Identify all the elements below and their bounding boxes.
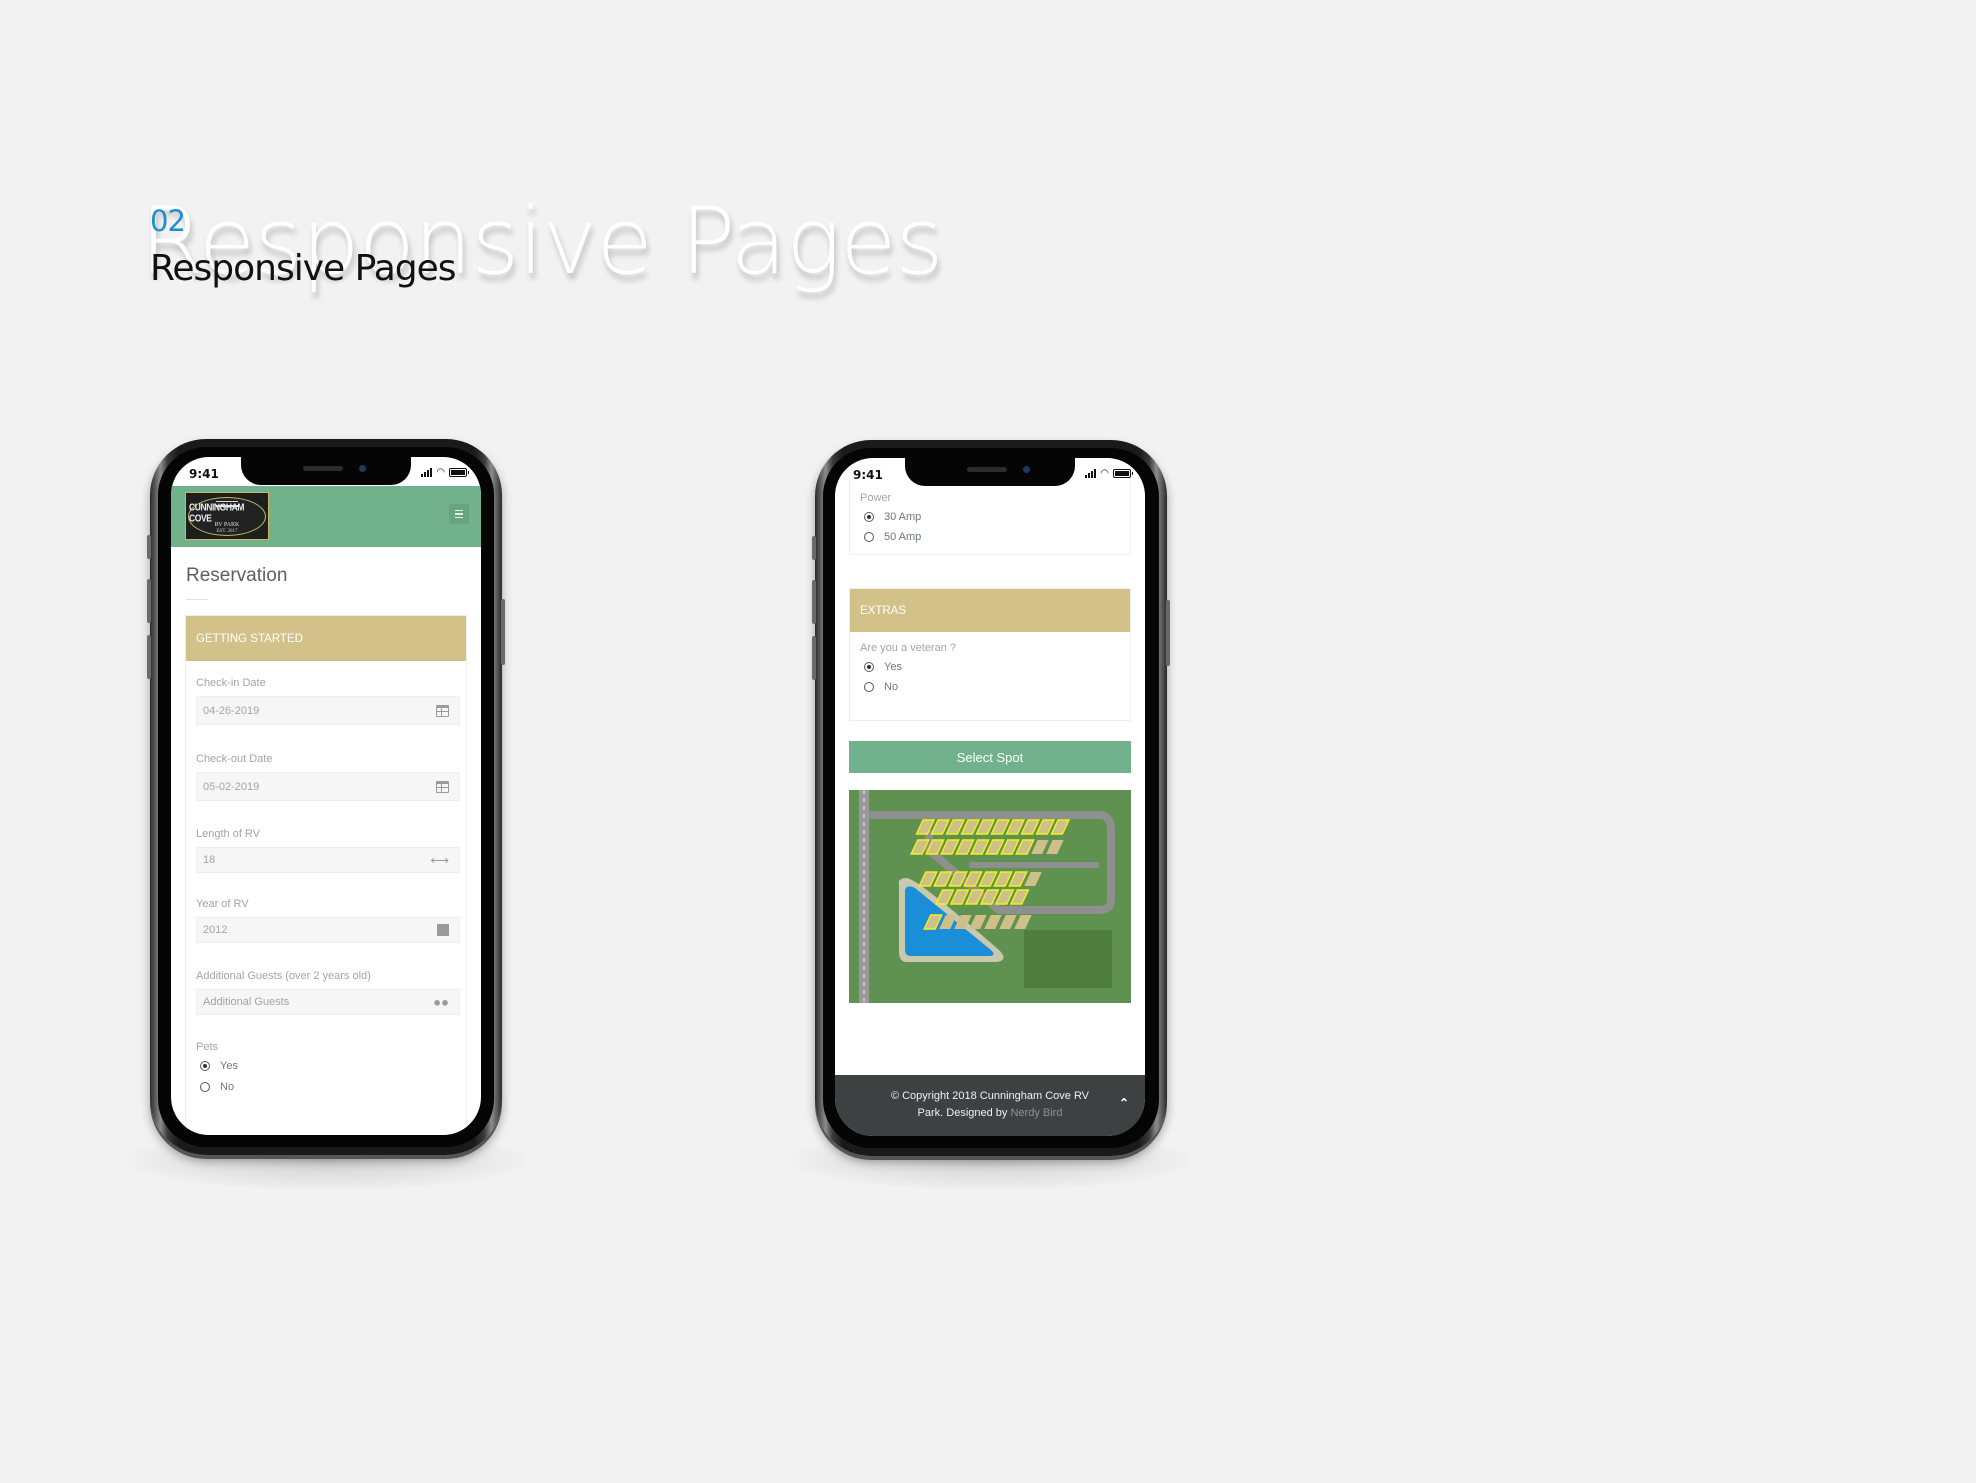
phone-button: [812, 536, 816, 560]
radio-unselected-icon[interactable]: [864, 532, 874, 542]
card-header: GETTING STARTED: [186, 616, 466, 661]
site-logo[interactable]: CUNNINGHAM COVE RV PARK EST. 2017: [185, 492, 269, 540]
year-icon: Y: [437, 922, 449, 938]
radio-selected-icon[interactable]: [200, 1061, 210, 1071]
title-divider: [186, 599, 208, 600]
phone-notch: [241, 457, 411, 485]
arrows-horizontal-icon: ⟷: [430, 852, 449, 868]
phone-button: [812, 636, 816, 680]
power-label: Power: [860, 492, 892, 504]
phone-button: [147, 535, 151, 559]
battery-icon: [1113, 469, 1133, 478]
radio-selected-icon[interactable]: [864, 512, 874, 522]
wifi-icon: ◠: [1100, 468, 1109, 479]
veteran-label: Are you a veteran ?: [860, 642, 957, 654]
checkin-date-input[interactable]: 04-26-2019: [196, 696, 460, 725]
phone-extras: 9:41 ◠ Power 30 Amp 50 Amp EXTRAS Are yo…: [812, 440, 1170, 1156]
rv-length-input[interactable]: 18 ⟷: [196, 847, 460, 873]
footer-copyright: © Copyright 2018 Cunningham Cove RV: [890, 1090, 1090, 1102]
select-spot-button[interactable]: Select Spot: [849, 741, 1131, 773]
checkout-date-value: 05-02-2019: [203, 780, 260, 793]
pets-yes-radio[interactable]: Yes: [200, 1060, 238, 1072]
radio-unselected-icon[interactable]: [200, 1082, 210, 1092]
battery-icon: [449, 468, 469, 477]
logo-text-est: EST. 2017: [216, 529, 238, 534]
card-header-title: GETTING STARTED: [196, 632, 303, 645]
power-50-radio[interactable]: 50 Amp: [864, 531, 921, 543]
phone-button: [147, 579, 151, 623]
veteran-yes-label: Yes: [884, 661, 902, 673]
rv-year-input[interactable]: 2012 Y: [196, 917, 460, 943]
site-map-graphic: [849, 790, 1131, 1003]
phone-screen: 9:41 ◠ Power 30 Amp 50 Amp EXTRAS Are yo…: [835, 458, 1145, 1136]
page-title: Reservation: [186, 565, 288, 586]
calendar-icon[interactable]: [436, 780, 449, 793]
status-time: 9:41: [853, 468, 883, 482]
site-map-image[interactable]: [849, 790, 1131, 1003]
logo-text-name: CUNNINGHAM COVE: [189, 501, 245, 524]
phone-button: [1166, 600, 1170, 666]
status-time: 9:41: [189, 467, 219, 481]
pets-label: Pets: [196, 1041, 219, 1053]
phone-button: [812, 580, 816, 624]
card-header: EXTRAS: [850, 589, 1130, 632]
veteran-no-label: No: [884, 681, 899, 693]
checkin-label: Check-in Date: [196, 677, 266, 689]
guests-label: Additional Guests (over 2 years old): [196, 970, 371, 982]
status-icons: ◠: [1085, 468, 1133, 479]
speaker-grille: [967, 467, 1007, 472]
power-30-radio[interactable]: 30 Amp: [864, 511, 921, 523]
pets-yes-label: Yes: [220, 1060, 238, 1072]
radio-selected-icon[interactable]: [864, 662, 874, 672]
phone-screen: 9:41 ◠ CUNNINGHAM COVE RV PARK EST. 2017…: [171, 457, 481, 1135]
rv-length-value: 18: [203, 854, 216, 866]
signal-icon: [1085, 469, 1097, 478]
checkin-date-value: 04-26-2019: [203, 704, 260, 717]
phone-button: [147, 635, 151, 679]
checkout-date-input[interactable]: 05-02-2019: [196, 772, 460, 801]
speaker-grille: [303, 466, 343, 471]
power-50-label: 50 Amp: [884, 531, 922, 543]
signal-icon: [421, 468, 433, 477]
wifi-icon: ◠: [436, 467, 445, 478]
radio-unselected-icon[interactable]: [864, 682, 874, 692]
rv-year-label: Year of RV: [196, 898, 249, 910]
rv-length-label: Length of RV: [196, 828, 261, 840]
veteran-yes-radio[interactable]: Yes: [864, 661, 902, 673]
chevron-up-icon[interactable]: ⌃: [1119, 1095, 1129, 1112]
power-30-label: 30 Amp: [884, 511, 922, 523]
phone-button: [501, 599, 505, 665]
map-zone: [1024, 930, 1112, 988]
pets-no-radio[interactable]: No: [200, 1081, 234, 1093]
veteran-no-radio[interactable]: No: [864, 681, 898, 693]
guests-input[interactable]: Additional Guests ●●: [196, 989, 460, 1015]
front-camera: [1023, 466, 1030, 473]
pets-no-label: No: [220, 1081, 235, 1093]
site-header: CUNNINGHAM COVE RV PARK EST. 2017: [171, 486, 481, 547]
site-footer: © Copyright 2018 Cunningham Cove RV Park…: [835, 1075, 1145, 1136]
users-icon: ●●: [433, 994, 449, 1010]
rv-year-value: 2012: [203, 924, 228, 936]
checkout-label: Check-out Date: [196, 753, 273, 765]
section-number: 02: [150, 204, 186, 238]
hamburger-icon[interactable]: [449, 504, 469, 524]
status-icons: ◠: [421, 467, 469, 478]
guests-placeholder: Additional Guests: [203, 996, 290, 1008]
extras-card: EXTRAS: [849, 588, 1131, 721]
card-header-title: EXTRAS: [860, 604, 907, 617]
phone-reservation: 9:41 ◠ CUNNINGHAM COVE RV PARK EST. 2017…: [147, 439, 505, 1155]
getting-started-card: GETTING STARTED: [185, 615, 467, 1135]
front-camera: [359, 465, 366, 472]
footer-credit: Park. Designed by Nerdy Bird: [835, 1105, 1145, 1122]
section-title: Responsive Pages: [150, 248, 457, 289]
footer-credit-prefix: Park. Designed by: [917, 1107, 1011, 1119]
designer-link[interactable]: Nerdy Bird: [1010, 1107, 1062, 1119]
phone-notch: [905, 458, 1075, 486]
calendar-icon[interactable]: [436, 704, 449, 717]
logo-emblem: CUNNINGHAM COVE RV PARK EST. 2017: [188, 497, 266, 536]
